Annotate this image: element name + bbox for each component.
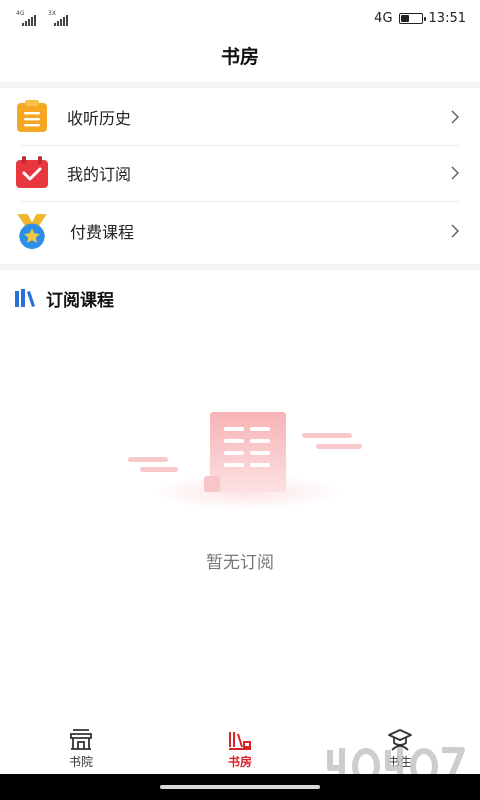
status-bar: 4G 3X 4G 13:51 [0,0,480,40]
section-gap [0,264,480,270]
chevron-right-icon [451,110,460,124]
menu-item-label: 收听历史 [67,109,132,128]
books-icon [15,289,35,307]
status-right: 4G 13:51 [374,11,466,26]
signal-group: 4G 3X [16,10,74,26]
home-indicator[interactable] [160,785,320,789]
document-illustration-icon [128,412,362,510]
calendar-check-icon [16,156,48,188]
empty-state-text: 暂无订阅 [206,553,274,573]
chevron-right-icon [451,224,460,238]
bookshelf-icon [229,732,251,750]
menu-item-listening-history[interactable]: 收听历史 [0,88,480,146]
battery-icon [398,13,426,24]
section-header: 订阅课程 [14,285,114,311]
building-icon [70,729,92,750]
sim1-signal-icon: 4G [16,10,42,26]
page-title: 书房 [220,46,259,68]
tab-label: 书房 [227,755,252,769]
clock: 13:51 [428,11,466,26]
tab-academy[interactable]: 书院 [41,728,121,770]
gesture-bar [0,774,480,800]
menu-item-label: 我的订阅 [67,165,132,184]
sim2-signal-icon: 3X [48,10,74,26]
menu-item-label: 付费课程 [70,223,135,242]
medal-star-icon [17,214,47,249]
menu-item-paid-courses[interactable]: 付费课程 [0,202,480,260]
tab-study[interactable]: 书房 [200,728,280,770]
tab-label: 书院 [68,755,93,769]
menu-item-my-subscriptions[interactable]: 我的订阅 [0,144,480,202]
section-title: 订阅课程 [46,290,114,311]
chevron-right-icon [451,166,460,180]
clipboard-icon [17,100,47,132]
network-type: 4G [374,11,393,26]
